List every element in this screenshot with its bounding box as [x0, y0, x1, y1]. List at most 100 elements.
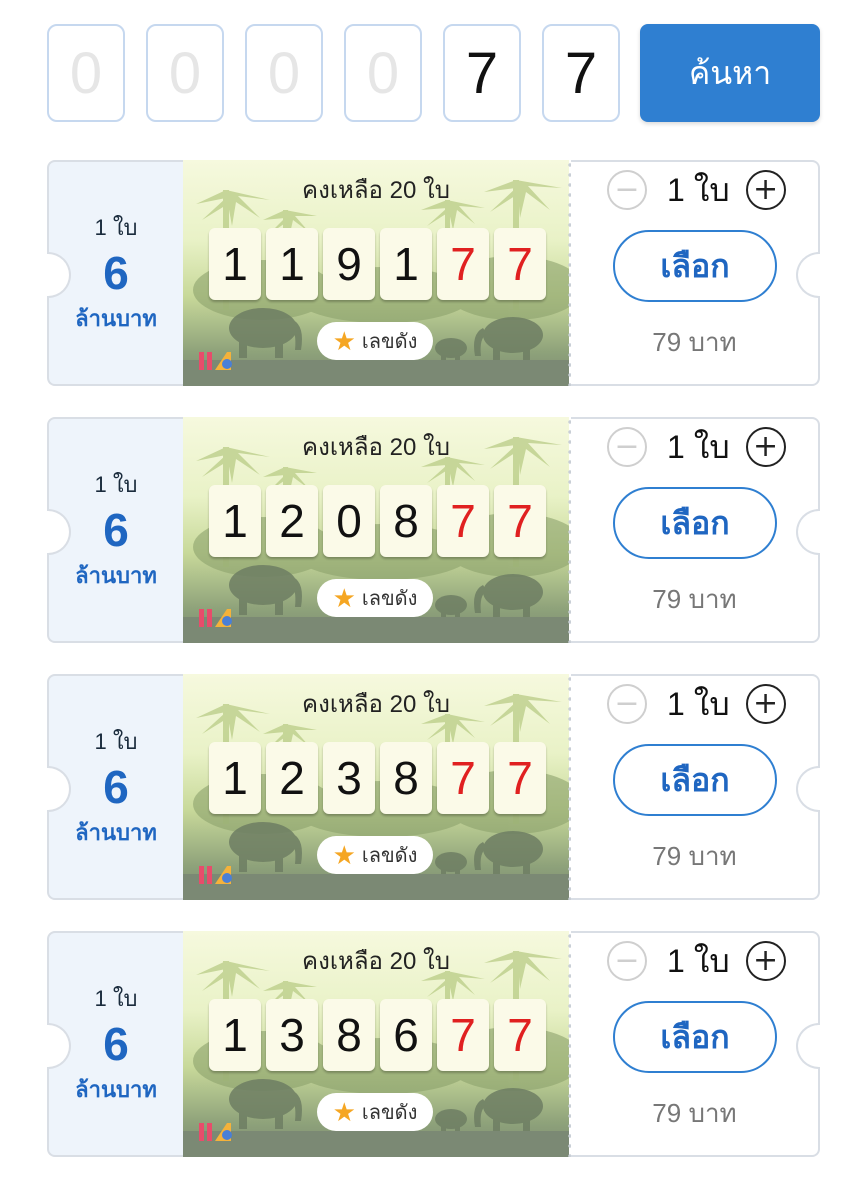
- digit-input-2[interactable]: 0: [146, 24, 224, 122]
- digit-input-4[interactable]: 0: [344, 24, 422, 122]
- plus-circle-icon[interactable]: +: [745, 684, 786, 724]
- lottery-ticket-4: 1 ใบ 6 ล้านบาท คงเหลือ 20 ใบ 1 3 8 6 7 7…: [47, 931, 820, 1157]
- prize-amount: 6: [103, 761, 129, 813]
- ticket-quantity-label: 1 ใบ: [94, 986, 138, 1011]
- prize-unit: ล้านบาท: [75, 820, 157, 845]
- ticket-notch-left: [47, 252, 71, 298]
- ticket-quantity-label: 1 ใบ: [94, 472, 138, 497]
- hot-number-label: เลขดัง: [361, 1102, 418, 1124]
- lottery-ticket-3: 1 ใบ 6 ล้านบาท คงเหลือ 20 ใบ 1 2 3 8 7 7…: [47, 674, 820, 900]
- prize-amount: 6: [103, 1018, 129, 1070]
- ticket-number: 138677: [209, 999, 546, 1071]
- ticket-digit: 3: [266, 999, 318, 1071]
- ticket-stub: 1 ใบ 6 ล้านบาท: [47, 417, 183, 643]
- brand-logo-icon: [199, 609, 232, 627]
- brand-logo-icon: [199, 352, 232, 370]
- ticket-artwork: คงเหลือ 20 ใบ 119177 ★ เลขดัง: [183, 160, 569, 386]
- ticket-digit: 9: [323, 228, 375, 300]
- ticket-digit: 1: [209, 485, 261, 557]
- select-button[interactable]: เลือก: [613, 744, 777, 816]
- select-button[interactable]: เลือก: [613, 1001, 777, 1073]
- remaining-count: คงเหลือ 20 ใบ: [302, 948, 450, 975]
- ticket-number: 123877: [209, 742, 546, 814]
- ticket-digit: 8: [323, 999, 375, 1071]
- hot-number-badge: ★ เลขดัง: [317, 836, 433, 874]
- remaining-count: คงเหลือ 20 ใบ: [302, 691, 450, 718]
- brand-logo-icon: [199, 866, 232, 884]
- ticket-actions: − 1 ใบ + เลือก 79 บาท: [571, 417, 820, 643]
- star-icon: ★: [332, 840, 356, 870]
- matched-digit: 7: [494, 999, 546, 1071]
- hot-number-badge: ★ เลขดัง: [317, 1093, 433, 1131]
- digit-input-3[interactable]: 0: [245, 24, 323, 122]
- ticket-digit: 6: [380, 999, 432, 1071]
- ticket-digit: 1: [209, 742, 261, 814]
- minus-circle-icon[interactable]: −: [607, 427, 647, 467]
- ticket-digit: 1: [209, 228, 261, 300]
- ticket-digit: 1: [209, 999, 261, 1071]
- ticket-number: 120877: [209, 485, 546, 557]
- quantity-stepper: − 1 ใบ +: [607, 939, 786, 983]
- ticket-stub: 1 ใบ 6 ล้านบาท: [47, 931, 183, 1157]
- quantity-stepper: − 1 ใบ +: [607, 425, 786, 469]
- matched-digit: 7: [437, 742, 489, 814]
- minus-circle-icon[interactable]: −: [607, 170, 647, 210]
- quantity-stepper: − 1 ใบ +: [607, 168, 786, 212]
- quantity-stepper: − 1 ใบ +: [607, 682, 786, 726]
- ticket-digit: 1: [380, 228, 432, 300]
- ticket-price: 79 บาท: [652, 1098, 737, 1128]
- search-button[interactable]: ค้นหา: [640, 24, 820, 122]
- ticket-actions: − 1 ใบ + เลือก 79 บาท: [571, 160, 820, 386]
- ticket-notch-left: [47, 1023, 71, 1069]
- selected-quantity: 1 ใบ: [667, 942, 730, 979]
- ticket-notch-right: [796, 1023, 820, 1069]
- ticket-actions: − 1 ใบ + เลือก 79 บาท: [571, 674, 820, 900]
- hot-number-label: เลขดัง: [361, 588, 418, 610]
- ticket-notch-left: [47, 766, 71, 812]
- ticket-artwork: คงเหลือ 20 ใบ 120877 ★ เลขดัง: [183, 417, 569, 643]
- star-icon: ★: [332, 1097, 356, 1127]
- matched-digit: 7: [437, 228, 489, 300]
- hot-number-label: เลขดัง: [361, 331, 418, 353]
- selected-quantity: 1 ใบ: [667, 685, 730, 722]
- prize-unit: ล้านบาท: [75, 563, 157, 588]
- minus-circle-icon[interactable]: −: [607, 941, 647, 981]
- matched-digit: 7: [494, 228, 546, 300]
- ticket-artwork: คงเหลือ 20 ใบ 138677 ★ เลขดัง: [183, 931, 569, 1157]
- prize-amount: 6: [103, 504, 129, 556]
- select-button[interactable]: เลือก: [613, 487, 777, 559]
- search-bar: 0 0 0 0 7 7 ค้นหา: [0, 0, 865, 140]
- plus-circle-icon[interactable]: +: [745, 170, 786, 210]
- plus-circle-icon[interactable]: +: [745, 941, 786, 981]
- ticket-quantity-label: 1 ใบ: [94, 729, 138, 754]
- digit-input-5[interactable]: 7: [443, 24, 521, 122]
- matched-digit: 7: [494, 742, 546, 814]
- select-button[interactable]: เลือก: [613, 230, 777, 302]
- remaining-count: คงเหลือ 20 ใบ: [302, 434, 450, 461]
- minus-circle-icon[interactable]: −: [607, 684, 647, 724]
- ticket-price: 79 บาท: [652, 584, 737, 614]
- matched-digit: 7: [437, 999, 489, 1071]
- ticket-notch-left: [47, 509, 71, 555]
- ticket-digit: 0: [323, 485, 375, 557]
- selected-quantity: 1 ใบ: [667, 428, 730, 465]
- plus-circle-icon[interactable]: +: [745, 427, 786, 467]
- ticket-stub: 1 ใบ 6 ล้านบาท: [47, 160, 183, 386]
- remaining-count: คงเหลือ 20 ใบ: [302, 177, 450, 204]
- ticket-notch-right: [796, 252, 820, 298]
- ticket-digit: 2: [266, 742, 318, 814]
- digit-input-6[interactable]: 7: [542, 24, 620, 122]
- digit-input-1[interactable]: 0: [47, 24, 125, 122]
- ticket-actions: − 1 ใบ + เลือก 79 บาท: [571, 931, 820, 1157]
- ticket-digit: 2: [266, 485, 318, 557]
- ticket-quantity-label: 1 ใบ: [94, 215, 138, 240]
- prize-unit: ล้านบาท: [75, 306, 157, 331]
- star-icon: ★: [332, 583, 356, 613]
- ticket-digit: 1: [266, 228, 318, 300]
- ticket-digit: 3: [323, 742, 375, 814]
- lottery-ticket-1: 1 ใบ 6 ล้านบาท คงเหลือ 20 ใบ 1 1 9 1 7 7…: [47, 160, 820, 386]
- ticket-artwork: คงเหลือ 20 ใบ 123877 ★ เลขดัง: [183, 674, 569, 900]
- ticket-price: 79 บาท: [652, 327, 737, 357]
- prize-unit: ล้านบาท: [75, 1077, 157, 1102]
- ticket-digit: 8: [380, 485, 432, 557]
